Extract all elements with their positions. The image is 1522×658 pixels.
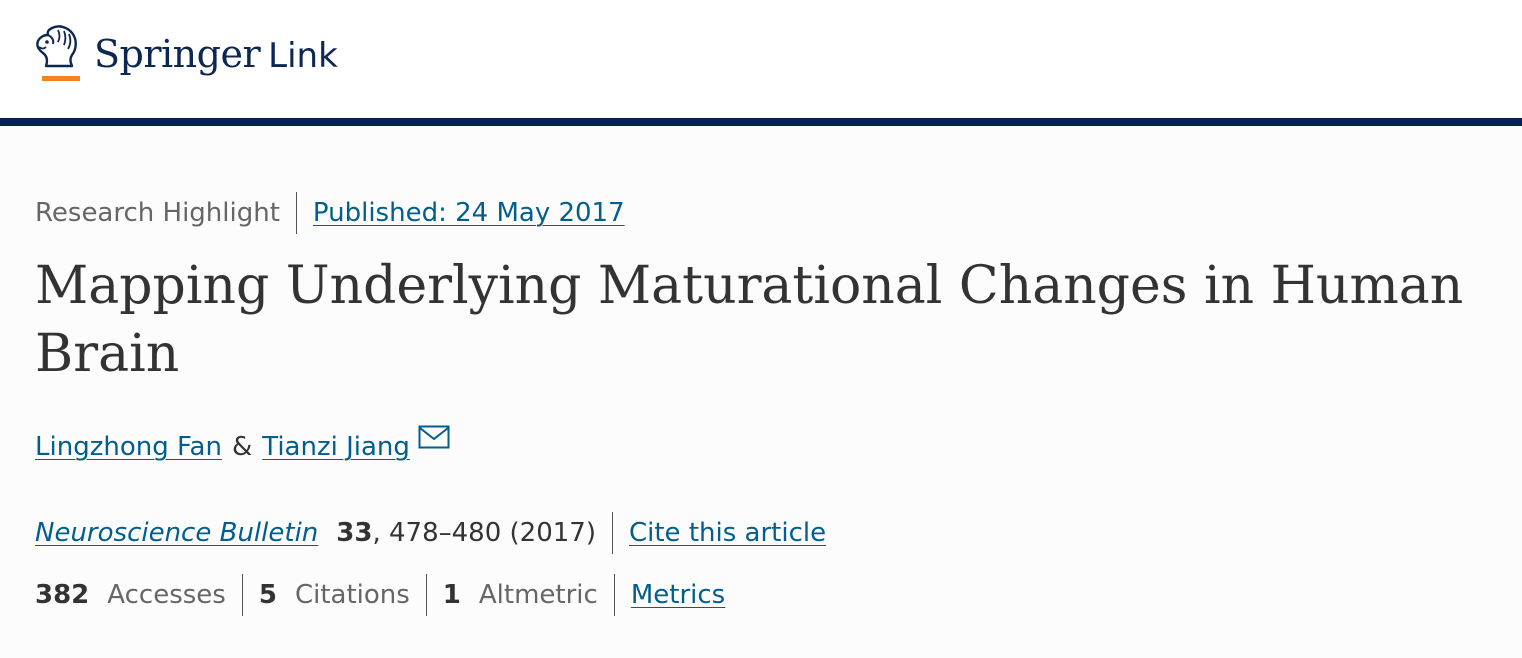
meta-divider <box>295 192 297 234</box>
altmetric-count: 1 <box>442 580 461 610</box>
journal-link[interactable]: Neuroscience Bulletin <box>35 518 318 548</box>
metrics-divider <box>613 574 615 616</box>
logo-brand-text: Springer <box>94 32 261 76</box>
article-metrics: 382 Accesses 5 Citations 1 Altmetric Met… <box>35 574 725 616</box>
springer-horse-icon <box>30 22 86 86</box>
journal-volume: 33 <box>336 518 373 548</box>
published-date-link[interactable]: Published: 24 May 2017 <box>313 198 625 228</box>
envelope-icon[interactable] <box>418 425 450 456</box>
springer-link-logo[interactable]: Springer Link <box>30 22 338 86</box>
accesses-label: Accesses <box>107 580 226 610</box>
author-list: Lingzhong Fan & Tianzi Jiang <box>35 425 450 462</box>
metrics-divider <box>241 574 243 616</box>
citation-divider <box>611 512 613 554</box>
article-title: Mapping Underlying Maturational Changes … <box>35 256 1464 384</box>
accesses-count: 382 <box>35 580 90 610</box>
metrics-link[interactable]: Metrics <box>631 580 725 610</box>
metrics-divider <box>425 574 427 616</box>
citation-info: Neuroscience Bulletin 33 , 478–480 (2017… <box>35 512 826 554</box>
logo-wordmark: Springer Link <box>94 32 338 76</box>
author-link-tianzi-jiang[interactable]: Tianzi Jiang <box>262 432 410 462</box>
article-type: Research Highlight <box>35 198 280 228</box>
article-meta: Research Highlight Published: 24 May 201… <box>35 192 625 234</box>
journal-pages-year: , 478–480 (2017) <box>372 518 596 548</box>
author-separator: & <box>231 431 253 462</box>
header-divider <box>0 118 1522 126</box>
citations-label: Citations <box>294 580 410 610</box>
site-header: Springer Link <box>0 0 1522 118</box>
cite-article-link[interactable]: Cite this article <box>629 518 826 548</box>
author-link-lingzhong-fan[interactable]: Lingzhong Fan <box>35 432 222 462</box>
altmetric-label: Altmetric <box>478 580 598 610</box>
logo-product-text: Link <box>268 36 338 76</box>
citations-count: 5 <box>258 580 277 610</box>
